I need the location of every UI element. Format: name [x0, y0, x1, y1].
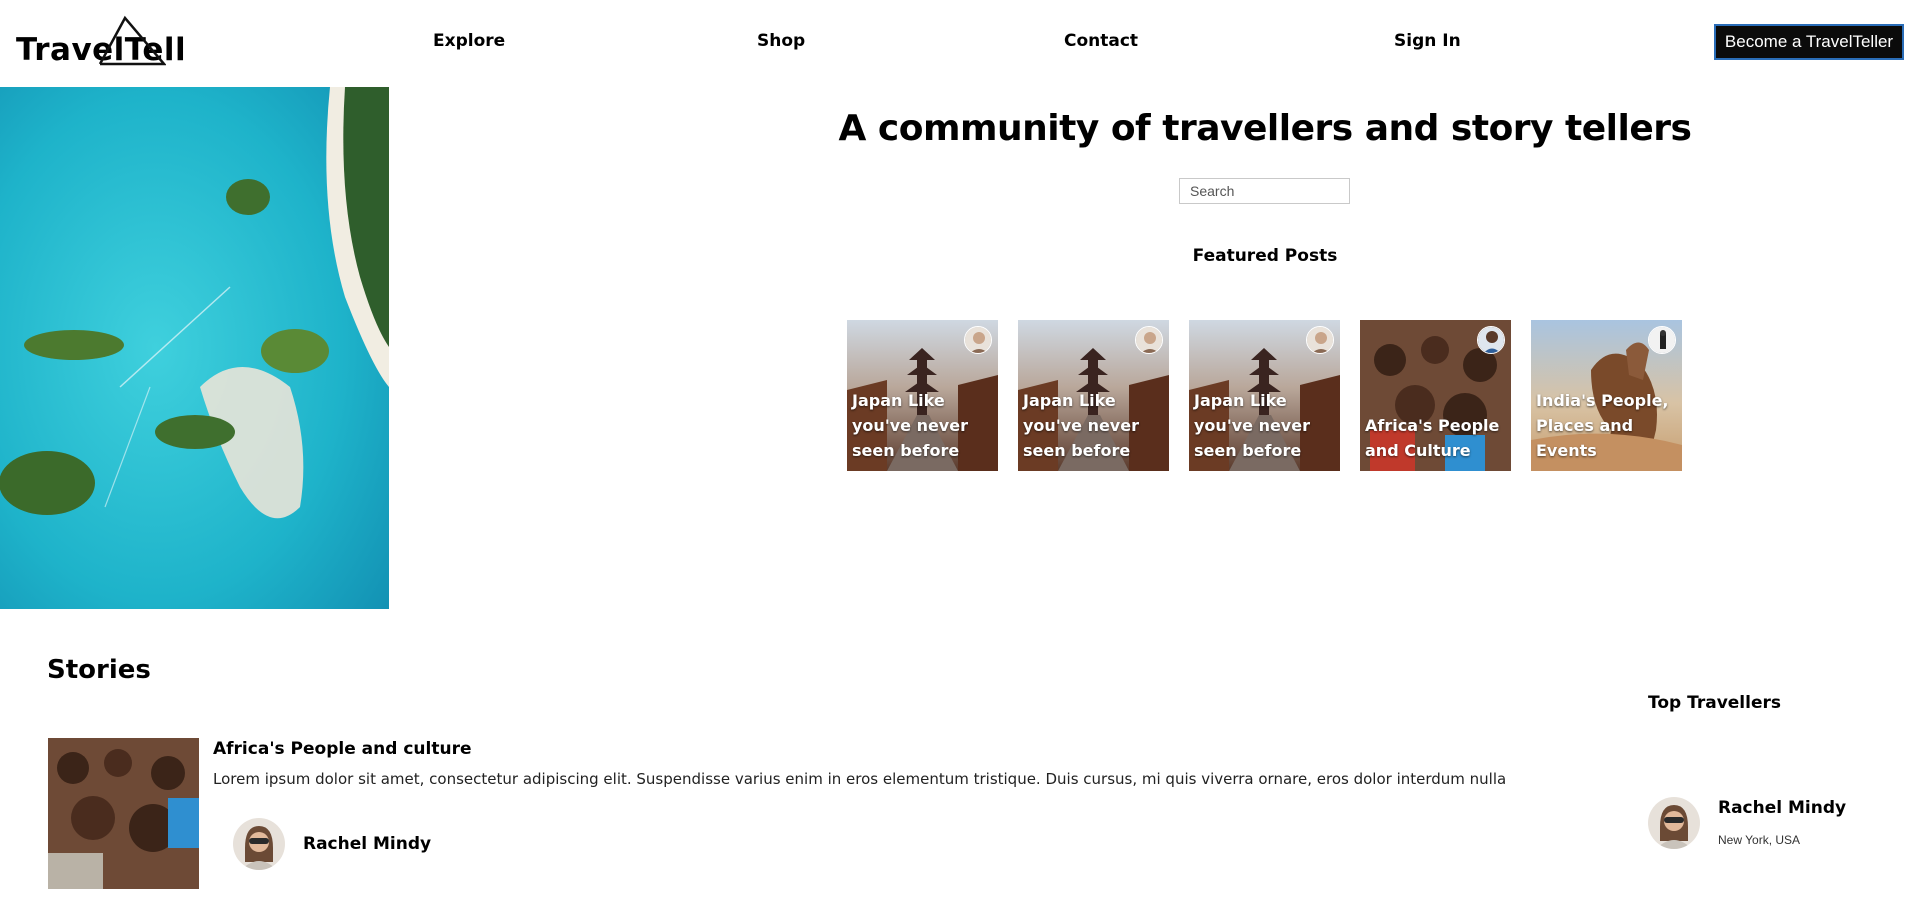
featured-post-card[interactable]: India's People, Places and Events	[1531, 320, 1682, 471]
nav-contact[interactable]: Contact	[1064, 31, 1138, 51]
mountain-logo-icon	[98, 15, 166, 66]
featured-post-title: Japan Like you've never seen before	[852, 391, 968, 460]
nav-explore[interactable]: Explore	[433, 31, 505, 51]
featured-post-title: Japan Like you've never seen before	[1023, 391, 1139, 460]
become-traveltellers-button[interactable]: Become a TravelTeller	[1714, 24, 1904, 60]
search-input[interactable]	[1179, 178, 1350, 204]
featured-post-card[interactable]: Africa's People and Culture	[1360, 320, 1511, 471]
traveller-name[interactable]: Rachel Mindy	[1718, 798, 1846, 818]
hero-aerial-island-image	[0, 87, 389, 609]
author-avatar	[964, 326, 992, 354]
author-avatar	[1477, 326, 1505, 354]
nav-shop[interactable]: Shop	[757, 31, 805, 51]
featured-post-card[interactable]: Japan Like you've never seen before	[847, 320, 998, 471]
author-avatar	[1135, 326, 1163, 354]
page-tagline: A community of travellers and story tell…	[838, 108, 1692, 149]
featured-posts-heading: Featured Posts	[1192, 246, 1338, 266]
traveller-avatar[interactable]	[1648, 797, 1700, 849]
story-author-name[interactable]: Rachel Mindy	[303, 834, 431, 854]
featured-post-card[interactable]: Japan Like you've never seen before	[1018, 320, 1169, 471]
traveller-location: New York, USA	[1718, 833, 1801, 847]
top-travellers-heading: Top Travellers	[1648, 693, 1781, 713]
featured-posts-list: Japan Like you've never seen before Japa…	[847, 320, 1682, 471]
nav-sign-in[interactable]: Sign In	[1394, 31, 1461, 51]
featured-post-title: Africa's People and Culture	[1365, 416, 1500, 460]
stories-heading: Stories	[47, 655, 151, 685]
featured-post-title: Japan Like you've never seen before	[1194, 391, 1310, 460]
featured-post-title: India's People, Places and Events	[1536, 391, 1669, 460]
author-avatar	[1306, 326, 1334, 354]
story-thumbnail[interactable]	[48, 738, 199, 889]
story-excerpt: Lorem ipsum dolor sit amet, consectetur …	[213, 770, 1507, 788]
author-avatar	[1648, 326, 1676, 354]
story-title[interactable]: Africa's People and culture	[213, 739, 471, 759]
featured-post-card[interactable]: Japan Like you've never seen before	[1189, 320, 1340, 471]
logo[interactable]: TravelTell	[16, 14, 186, 70]
story-author-avatar[interactable]	[233, 818, 285, 870]
